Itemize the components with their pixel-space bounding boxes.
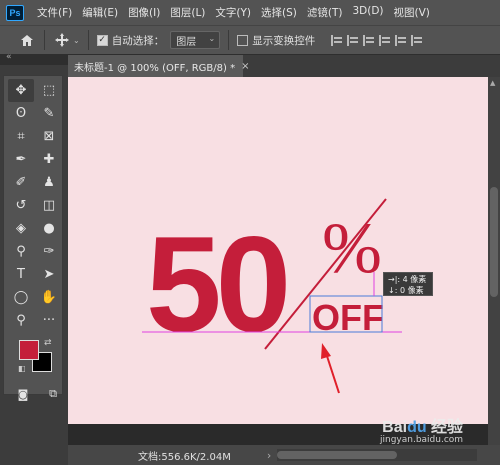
marquee-tool-icon[interactable]: ⬚ — [36, 79, 62, 102]
annotation-arrow-head — [321, 343, 331, 359]
baidu-url: jingyan.baidu.com — [380, 435, 464, 445]
close-icon[interactable]: × — [241, 61, 249, 72]
tooltip-line-2: ↓: 0 像素 — [388, 286, 424, 295]
stamp-tool-icon[interactable]: ♟ — [36, 171, 62, 194]
menu-type[interactable]: 文字(Y) — [210, 5, 256, 20]
tools-panel: ✥ ⬚ ʘ ✎ ⌗ ⊠ ✒ ✚ ✐ ♟ ↺ ◫ ◈ ● ⚲ ✑ T ➤ ◯ ✋ ⚲ ··· ⇄ ◧ ◙ ⧉ — [3, 75, 63, 401]
document-tab-bar: 未标题-1 @ 100% (OFF, RGB/8) * × — [68, 55, 500, 77]
color-swatches: ⇄ ◧ — [4, 338, 62, 382]
align-buttons — [331, 34, 423, 46]
menu-edit[interactable]: 编辑(E) — [77, 5, 123, 20]
paint-bucket-tool-icon[interactable]: ◈ — [8, 217, 34, 240]
scroll-up-icon[interactable]: ▲ — [490, 79, 495, 87]
zoom-tool-icon[interactable]: ⚲ — [8, 309, 34, 332]
dodge-tool-icon[interactable]: ⚲ — [8, 240, 34, 263]
toolbar-header: « — [0, 52, 68, 65]
type-tool-icon[interactable]: T — [8, 263, 34, 286]
eraser-tool-icon[interactable]: ◫ — [36, 194, 62, 217]
screen-mode-icon[interactable]: ⧉ — [44, 386, 62, 402]
chevron-right-icon[interactable]: › — [267, 449, 271, 462]
auto-select-label: 自动选择： — [111, 34, 165, 47]
baidu-logo: Baidu 经验 — [382, 413, 463, 437]
pen-tool-icon[interactable]: ✑ — [36, 240, 62, 263]
percent-text: % — [322, 208, 382, 288]
align-center-icon[interactable] — [347, 34, 359, 46]
default-colors-icon[interactable]: ◧ — [18, 364, 26, 373]
big-number-text: 50 — [146, 208, 287, 360]
photoshop-logo: Ps — [6, 4, 24, 21]
align-right-icon[interactable] — [363, 34, 375, 46]
logo-part-1: Bai — [382, 419, 408, 436]
home-icon[interactable] — [18, 31, 36, 49]
scrollbar-thumb[interactable] — [490, 187, 498, 297]
annotation-arrow-line — [325, 352, 340, 394]
collapse-icon[interactable]: « — [6, 52, 12, 62]
move-tool-icon[interactable]: ✥ — [8, 79, 34, 102]
scrollbar-thumb[interactable] — [277, 451, 398, 459]
brush-tool-icon[interactable]: ✐ — [8, 171, 34, 194]
menu-view[interactable]: 视图(V) — [389, 5, 435, 20]
options-bar: ⌄ 自动选择： 图层 ⌄ 显示变换控件 — [0, 25, 500, 55]
auto-select-checkbox[interactable] — [96, 34, 108, 46]
document-tab[interactable]: 未标题-1 @ 100% (OFF, RGB/8) * × — [68, 55, 250, 77]
quick-mask-icon[interactable]: ◙ — [14, 386, 32, 402]
foreground-color-swatch[interactable] — [19, 340, 39, 360]
menu-select[interactable]: 选择(S) — [256, 5, 302, 20]
path-select-tool-icon[interactable]: ➤ — [36, 263, 62, 286]
align-bottom-icon[interactable] — [411, 34, 423, 46]
vertical-scrollbar[interactable]: ▲ — [488, 77, 500, 445]
more-tools-icon[interactable]: ··· — [36, 309, 62, 332]
quick-select-tool-icon[interactable]: ✎ — [36, 102, 62, 125]
transform-controls-label: 显示变换控件 — [252, 34, 316, 47]
move-tool-icon[interactable] — [53, 31, 71, 49]
document-tab-title: 未标题-1 @ 100% (OFF, RGB/8) * — [74, 62, 236, 74]
auto-select-target-value: 图层 — [176, 36, 197, 48]
align-middle-icon[interactable] — [395, 34, 407, 46]
blur-tool-icon[interactable]: ● — [36, 217, 62, 240]
tooltip-line-1: →|: 4 像素 — [388, 275, 427, 284]
swap-colors-icon[interactable]: ⇄ — [44, 338, 52, 348]
healing-tool-icon[interactable]: ✚ — [36, 148, 62, 171]
separator — [228, 30, 230, 50]
document-info: 文档:556.6K/2.04M — [138, 451, 231, 463]
separator — [87, 30, 89, 50]
menu-filter[interactable]: 滤镜(T) — [302, 5, 348, 20]
separator — [44, 30, 45, 50]
transform-controls-checkbox[interactable] — [237, 34, 249, 46]
chevron-down-icon: ⌄ — [208, 34, 216, 43]
menu-image[interactable]: 图像(I) — [123, 5, 165, 20]
history-brush-tool-icon[interactable]: ↺ — [8, 194, 34, 217]
crop-tool-icon[interactable]: ⌗ — [8, 125, 34, 148]
align-left-icon[interactable] — [331, 34, 343, 46]
canvas[interactable]: 50 % OFF →|: 4 像素 ↓: 0 像素 — [68, 77, 488, 424]
align-top-icon[interactable] — [379, 34, 391, 46]
status-bar: 文档:556.6K/2.04M › — [68, 445, 500, 465]
logo-part-2: du — [407, 419, 427, 436]
frame-tool-icon[interactable]: ⊠ — [36, 125, 62, 148]
menu-3d[interactable]: 3D(D) — [347, 5, 388, 20]
horizontal-scrollbar[interactable] — [277, 449, 478, 461]
menu-bar: Ps 文件(F) 编辑(E) 图像(I) 图层(L) 文字(Y) 选择(S) 滤… — [0, 0, 500, 25]
tool-grid: ✥ ⬚ ʘ ✎ ⌗ ⊠ ✒ ✚ ✐ ♟ ↺ ◫ ◈ ● ⚲ ✑ T ➤ ◯ ✋ ⚲ ··· — [4, 76, 62, 332]
workspace: 50 % OFF →|: 4 像素 ↓: 0 像素 — [68, 77, 488, 445]
hand-tool-icon[interactable]: ✋ — [36, 286, 62, 309]
mode-tools: ◙ ⧉ — [4, 386, 62, 402]
lasso-tool-icon[interactable]: ʘ — [8, 102, 34, 125]
canvas-artwork: 50 % OFF — [142, 198, 402, 394]
baidu-watermark: Baidu 经验 jingyan.baidu.com — [380, 413, 463, 445]
auto-select-target-dropdown[interactable]: 图层 ⌄ — [170, 31, 221, 49]
logo-part-3: 经验 — [426, 419, 464, 436]
menu-items: 文件(F) 编辑(E) 图像(I) 图层(L) 文字(Y) 选择(S) 滤镜(T… — [32, 5, 435, 20]
menu-file[interactable]: 文件(F) — [32, 5, 77, 20]
measurement-tooltip: →|: 4 像素 ↓: 0 像素 — [383, 272, 433, 296]
chevron-down-icon[interactable]: ⌄ — [73, 36, 80, 45]
eyedropper-tool-icon[interactable]: ✒ — [8, 148, 34, 171]
ellipse-tool-icon[interactable]: ◯ — [8, 286, 34, 309]
menu-layer[interactable]: 图层(L) — [165, 5, 210, 20]
